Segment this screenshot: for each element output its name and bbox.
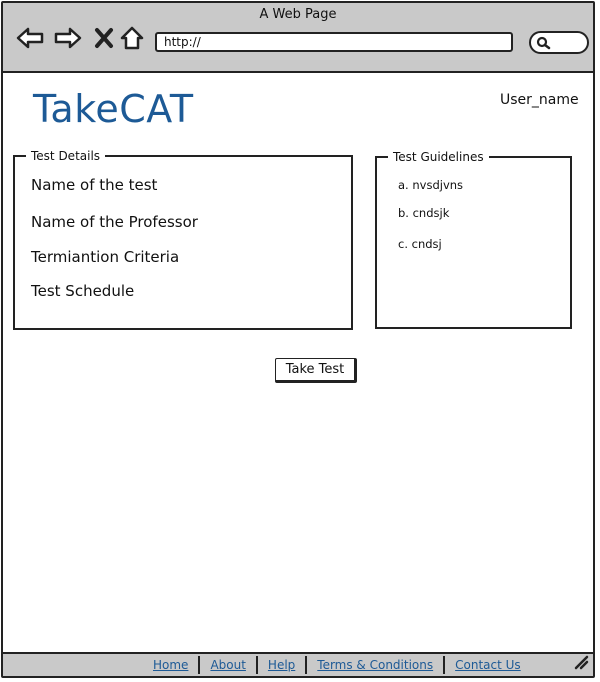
- detail-test-name: Name of the test: [31, 176, 158, 194]
- home-icon[interactable]: [117, 23, 147, 53]
- footer-link-terms[interactable]: Terms & Conditions: [307, 656, 443, 674]
- test-guidelines-legend: Test Guidelines: [388, 149, 489, 165]
- footer-link-home[interactable]: Home: [143, 656, 198, 674]
- url-input[interactable]: http://: [155, 32, 513, 52]
- guideline-item: c. cndsj: [398, 237, 442, 251]
- detail-test-schedule: Test Schedule: [31, 282, 135, 300]
- search-icon: [536, 36, 551, 50]
- footer-link-about[interactable]: About: [200, 656, 255, 674]
- test-details-panel: Test Details Name of the test Name of th…: [13, 148, 353, 330]
- browser-window: A Web Page http:// TakeCAT User_name Tes…: [1, 1, 595, 678]
- search-box[interactable]: [529, 31, 589, 54]
- take-test-button[interactable]: Take Test: [275, 358, 357, 383]
- detail-professor-name: Name of the Professor: [31, 213, 198, 231]
- forward-arrow-icon[interactable]: [53, 23, 83, 53]
- browser-chrome: A Web Page http://: [3, 3, 593, 73]
- guideline-item: a. nvsdjvns: [398, 178, 464, 192]
- guideline-item: b. cndsjk: [398, 206, 450, 220]
- detail-termination-criteria: Termiantion Criteria: [31, 248, 180, 266]
- window-title: A Web Page: [259, 7, 337, 22]
- footer-links: Home About Help Terms & Conditions Conta…: [143, 656, 531, 674]
- back-arrow-icon[interactable]: [15, 23, 45, 53]
- app-logo: TakeCAT: [33, 87, 194, 131]
- test-guidelines-panel: Test Guidelines a. nvsdjvns b. cndsjk c.…: [375, 149, 572, 329]
- footer-link-help[interactable]: Help: [258, 656, 305, 674]
- footer-link-contact[interactable]: Contact Us: [445, 656, 531, 674]
- footer-bar: Home About Help Terms & Conditions Conta…: [3, 652, 593, 676]
- close-x-icon[interactable]: [89, 23, 119, 53]
- test-details-legend: Test Details: [26, 148, 106, 164]
- username-label[interactable]: User_name: [500, 92, 579, 108]
- resize-grip-icon[interactable]: [573, 654, 589, 674]
